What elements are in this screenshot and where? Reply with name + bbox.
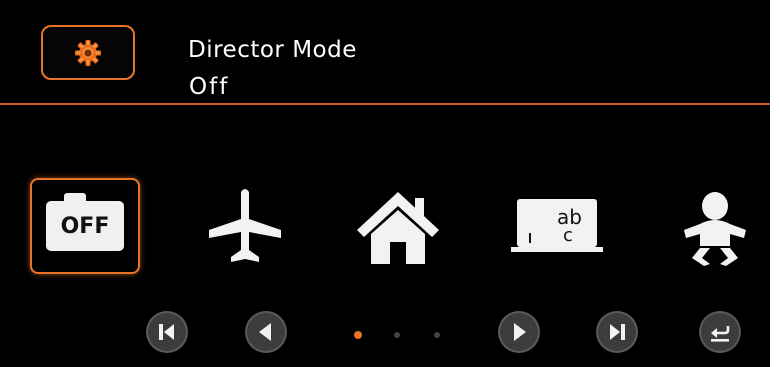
camera-off-icon: OFF	[46, 193, 124, 251]
header-divider	[0, 103, 770, 105]
skip-next-icon	[596, 311, 638, 353]
last-page-button[interactable]	[594, 309, 640, 355]
previous-page-button[interactable]	[243, 309, 289, 355]
previous-icon	[245, 311, 287, 353]
page-indicator-dot-1	[354, 331, 362, 339]
mode-option-airplane[interactable]	[190, 178, 300, 274]
airplane-icon	[209, 189, 281, 262]
menu-title: Director Mode	[188, 37, 357, 63]
chalkboard-icon: ab c	[511, 199, 603, 252]
page-indicator-dot-2	[394, 332, 400, 338]
mode-option-off[interactable]: OFF	[30, 178, 140, 274]
mode-option-home[interactable]	[343, 178, 453, 274]
mode-option-baby[interactable]	[660, 178, 770, 274]
first-page-button[interactable]	[144, 309, 190, 355]
back-button[interactable]	[697, 309, 743, 355]
settings-button[interactable]	[41, 25, 135, 80]
mode-option-classroom[interactable]: ab c	[500, 178, 610, 274]
next-page-button[interactable]	[496, 309, 542, 355]
menu-header: Director Mode Off	[0, 0, 770, 104]
return-icon	[699, 311, 741, 353]
navigation-bar	[0, 305, 770, 355]
board-text-bottom: c	[563, 225, 573, 246]
skip-previous-icon	[146, 311, 188, 353]
gear-icon	[75, 39, 101, 66]
home-icon	[357, 192, 439, 264]
menu-current-value: Off	[189, 74, 230, 100]
mode-off-label: OFF	[60, 213, 110, 239]
mode-selector: OFF ab c	[0, 170, 770, 274]
baby-icon	[684, 192, 746, 266]
camera-menu-screen: Director Mode Off OFF ab c	[0, 0, 770, 367]
page-indicator-dot-3	[434, 332, 440, 338]
next-icon	[498, 311, 540, 353]
